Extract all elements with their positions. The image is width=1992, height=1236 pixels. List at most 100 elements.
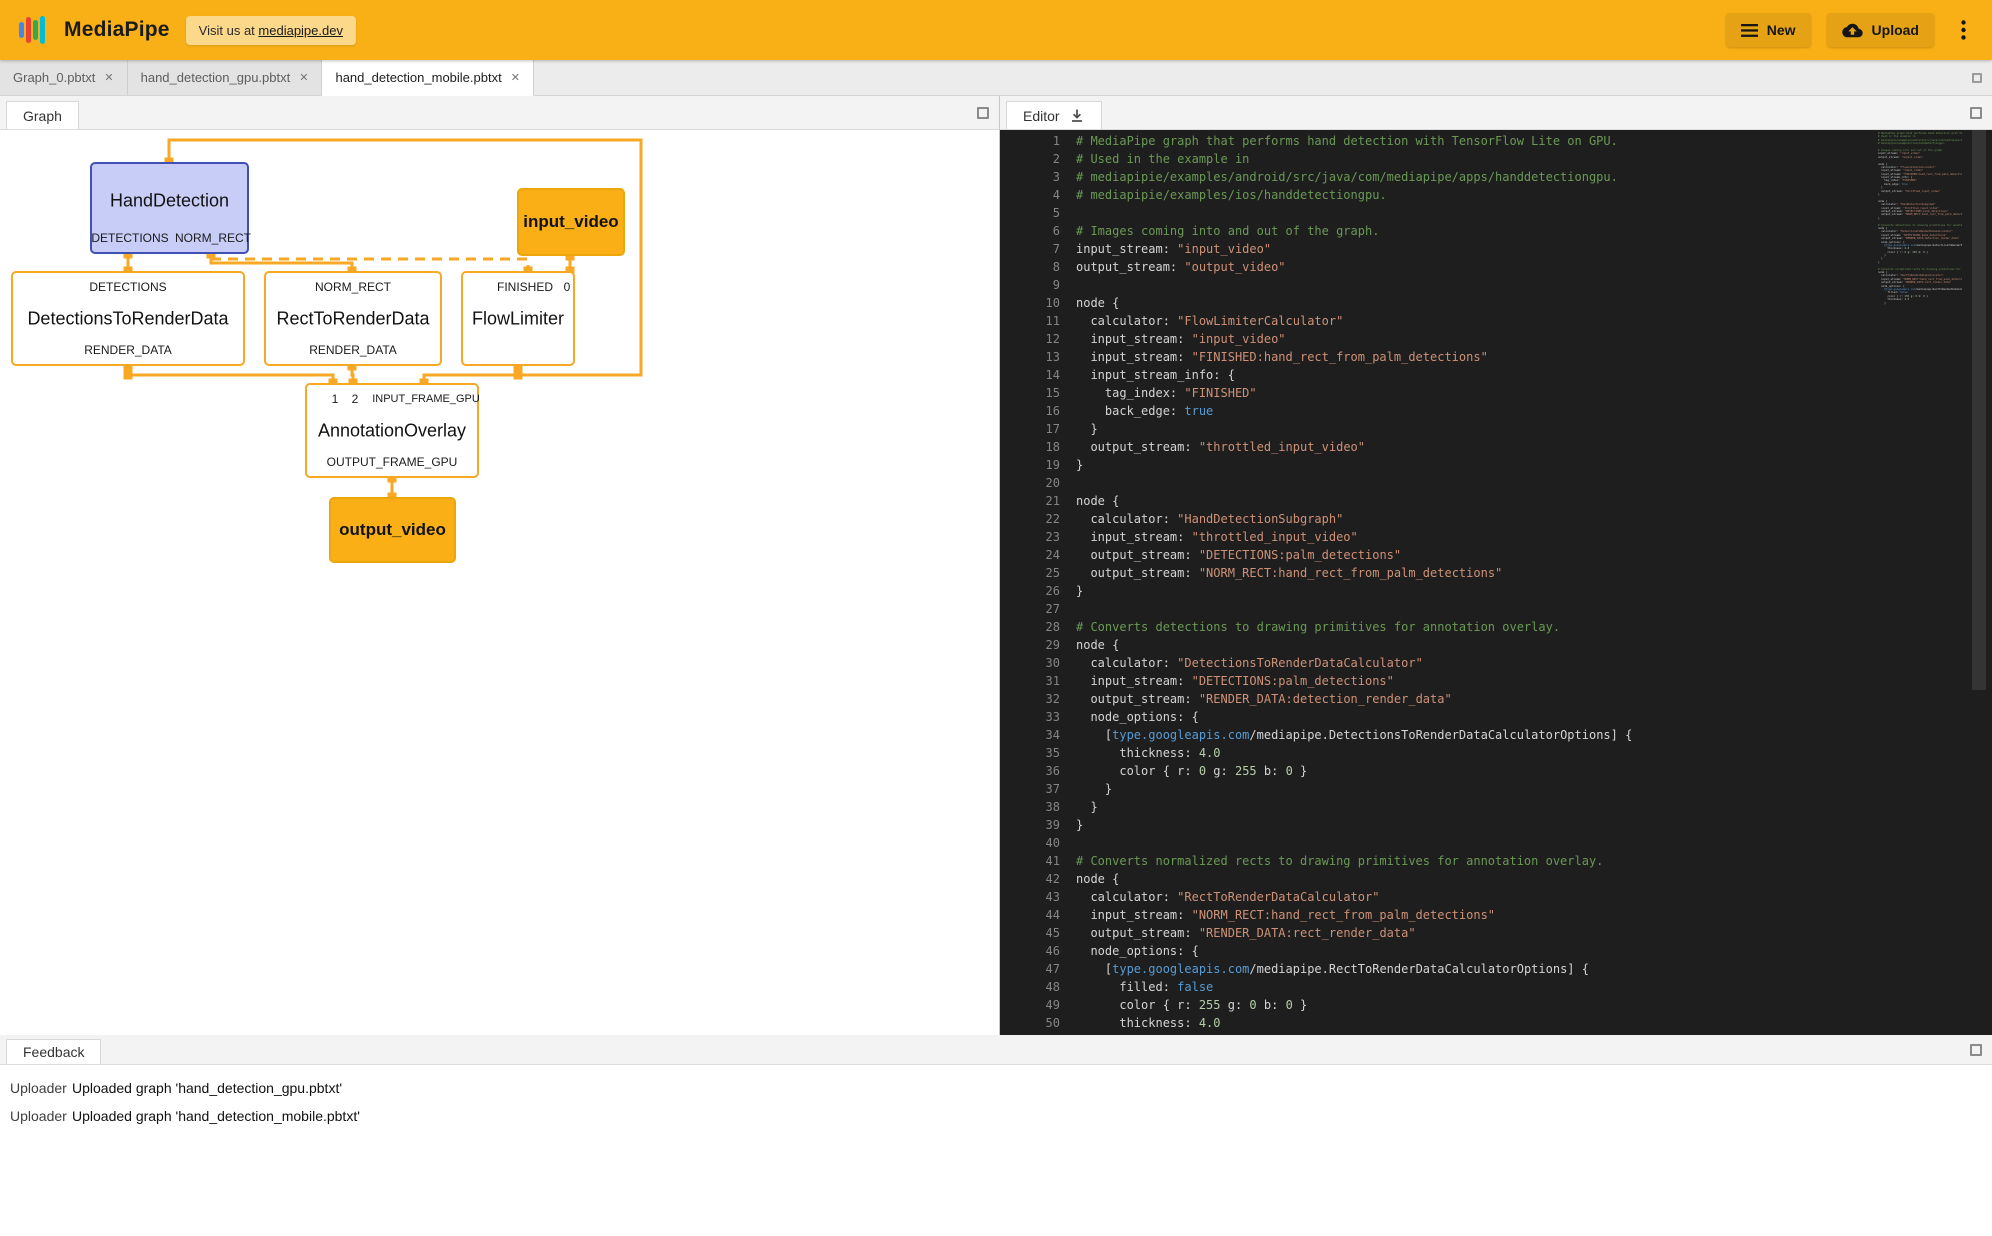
port-label: NORM_RECT xyxy=(315,280,391,294)
code-line[interactable]: 15 tag_index: "FINISHED" xyxy=(1000,384,1992,402)
code-text: # mediapipie/examples/ios/handdetectiong… xyxy=(1076,186,1387,204)
code-line[interactable]: 29node { xyxy=(1000,636,1992,654)
code-line[interactable]: 20 xyxy=(1000,474,1992,492)
code-line[interactable]: 28# Converts detections to drawing primi… xyxy=(1000,618,1992,636)
code-line[interactable]: 38 } xyxy=(1000,798,1992,816)
code-line[interactable]: 37 } xyxy=(1000,780,1992,798)
line-number: 50 xyxy=(1000,1014,1060,1032)
code-line[interactable]: 24 output_stream: "DETECTIONS:palm_detec… xyxy=(1000,546,1992,564)
code-line[interactable]: 25 output_stream: "NORM_RECT:hand_rect_f… xyxy=(1000,564,1992,582)
code-line[interactable]: 45 output_stream: "RENDER_DATA:rect_rend… xyxy=(1000,924,1992,942)
code-line[interactable]: 42node { xyxy=(1000,870,1992,888)
code-text: input_stream: "NORM_RECT:hand_rect_from_… xyxy=(1076,906,1495,924)
code-line[interactable]: 35 thickness: 4.0 xyxy=(1000,744,1992,762)
graph-node-output-video[interactable]: output_video xyxy=(329,497,456,563)
graph-node-flowlimiter[interactable]: FINISHED 0 FlowLimiter xyxy=(461,271,575,366)
code-line[interactable]: 40 xyxy=(1000,834,1992,852)
close-tab-icon[interactable]: ✕ xyxy=(511,71,520,84)
tab-graph[interactable]: Graph xyxy=(6,101,79,129)
code-line[interactable]: 43 calculator: "RectToRenderDataCalculat… xyxy=(1000,888,1992,906)
code-text: input_stream: "DETECTIONS:palm_detection… xyxy=(1076,672,1394,690)
code-text: input_stream: "input_video" xyxy=(1076,240,1271,258)
tab-editor[interactable]: Editor xyxy=(1006,101,1102,129)
code-line[interactable]: 49 color { r: 255 g: 0 b: 0 } xyxy=(1000,996,1992,1014)
new-button[interactable]: New xyxy=(1726,13,1811,47)
file-tab[interactable]: hand_detection_mobile.pbtxt ✕ xyxy=(322,60,533,96)
code-text: # Converts normalized rects to drawing p… xyxy=(1076,852,1603,870)
expand-feedback-panel-icon[interactable] xyxy=(1970,1044,1982,1056)
graph-canvas[interactable]: HandDetection DETECTIONS NORM_RECT input… xyxy=(0,130,999,1035)
code-editor[interactable]: 1# MediaPipe graph that performs hand de… xyxy=(1000,130,1992,1035)
line-number: 39 xyxy=(1000,816,1060,834)
feedback-message: Uploaded graph 'hand_detection_mobile.pb… xyxy=(72,1108,360,1124)
code-line[interactable]: 46 node_options: { xyxy=(1000,942,1992,960)
code-line[interactable]: 30 calculator: "DetectionsToRenderDataCa… xyxy=(1000,654,1992,672)
code-line[interactable]: 21node { xyxy=(1000,492,1992,510)
code-line[interactable]: 1# MediaPipe graph that performs hand de… xyxy=(1000,132,1992,150)
code-line[interactable]: 18 output_stream: "throttled_input_video… xyxy=(1000,438,1992,456)
tab-graph-label: Graph xyxy=(23,108,62,124)
tab-feedback[interactable]: Feedback xyxy=(6,1039,101,1064)
code-line[interactable]: 39} xyxy=(1000,816,1992,834)
code-line[interactable]: 13 input_stream: "FINISHED:hand_rect_fro… xyxy=(1000,348,1992,366)
code-line[interactable]: 19} xyxy=(1000,456,1992,474)
file-tab-label: hand_detection_mobile.pbtxt xyxy=(335,70,501,85)
code-text: } xyxy=(1076,420,1098,438)
code-line[interactable]: 33 node_options: { xyxy=(1000,708,1992,726)
line-number: 51 xyxy=(1000,1032,1060,1035)
graph-node-recttorenderdata[interactable]: NORM_RECT RectToRenderData RENDER_DATA xyxy=(264,271,442,366)
graph-node-handdetection[interactable]: HandDetection DETECTIONS NORM_RECT xyxy=(90,162,249,254)
code-line[interactable]: 16 back_edge: true xyxy=(1000,402,1992,420)
code-line[interactable]: 26} xyxy=(1000,582,1992,600)
code-line[interactable]: 51 } xyxy=(1000,1032,1992,1035)
code-line[interactable]: 41# Converts normalized rects to drawing… xyxy=(1000,852,1992,870)
file-tab[interactable]: Graph_0.pbtxt ✕ xyxy=(0,60,128,95)
upload-button[interactable]: Upload xyxy=(1827,13,1934,47)
code-line[interactable]: 7input_stream: "input_video" xyxy=(1000,240,1992,258)
code-line[interactable]: 34 [type.googleapis.com/mediapipe.Detect… xyxy=(1000,726,1992,744)
code-line[interactable]: 22 calculator: "HandDetectionSubgraph" xyxy=(1000,510,1992,528)
more-options-button[interactable] xyxy=(1950,13,1976,47)
code-text: } xyxy=(1076,816,1083,834)
code-line[interactable]: 11 calculator: "FlowLimiterCalculator" xyxy=(1000,312,1992,330)
code-line[interactable]: 48 filled: false xyxy=(1000,978,1992,996)
line-number: 42 xyxy=(1000,870,1060,888)
mediapipe-dev-link[interactable]: mediapipe.dev xyxy=(258,23,343,38)
minimap[interactable]: # MediaPipe graph that performs hand det… xyxy=(1878,132,1962,1035)
graph-node-input-video[interactable]: input_video xyxy=(517,188,625,256)
code-line[interactable]: 32 output_stream: "RENDER_DATA:detection… xyxy=(1000,690,1992,708)
line-number: 15 xyxy=(1000,384,1060,402)
code-line[interactable]: 5 xyxy=(1000,204,1992,222)
file-tabs: Graph_0.pbtxt✕hand_detection_gpu.pbtxt✕h… xyxy=(0,60,1992,96)
code-line[interactable]: 50 thickness: 4.0 xyxy=(1000,1014,1992,1032)
download-icon[interactable] xyxy=(1069,108,1085,124)
expand-editor-panel-icon[interactable] xyxy=(1970,107,1982,119)
expand-tabs-icon[interactable] xyxy=(1972,73,1982,83)
code-line[interactable]: 12 input_stream: "input_video" xyxy=(1000,330,1992,348)
close-tab-icon[interactable]: ✕ xyxy=(299,71,308,84)
code-line[interactable]: 17 } xyxy=(1000,420,1992,438)
graph-node-detectionstorenderdata[interactable]: DETECTIONS DetectionsToRenderData RENDER… xyxy=(11,271,245,366)
code-line[interactable]: 8output_stream: "output_video" xyxy=(1000,258,1992,276)
code-line[interactable]: 47 [type.googleapis.com/mediapipe.RectTo… xyxy=(1000,960,1992,978)
code-line[interactable]: 23 input_stream: "throttled_input_video" xyxy=(1000,528,1992,546)
code-line[interactable]: 14 input_stream_info: { xyxy=(1000,366,1992,384)
graph-node-annotationoverlay[interactable]: 1 2 INPUT_FRAME_GPU AnnotationOverlay OU… xyxy=(305,383,479,478)
code-line[interactable]: 36 color { r: 0 g: 255 b: 0 } xyxy=(1000,762,1992,780)
code-line[interactable]: 6# Images coming into and out of the gra… xyxy=(1000,222,1992,240)
code-line[interactable]: 10node { xyxy=(1000,294,1992,312)
close-tab-icon[interactable]: ✕ xyxy=(104,71,113,84)
code-line[interactable]: 3# mediapipie/examples/android/src/java/… xyxy=(1000,168,1992,186)
code-line[interactable]: 9 xyxy=(1000,276,1992,294)
code-line[interactable]: 31 input_stream: "DETECTIONS:palm_detect… xyxy=(1000,672,1992,690)
code-line[interactable]: 4# mediapipie/examples/ios/handdetection… xyxy=(1000,186,1992,204)
file-tab[interactable]: hand_detection_gpu.pbtxt✕ xyxy=(128,60,323,95)
line-number: 34 xyxy=(1000,726,1060,744)
expand-graph-panel-icon[interactable] xyxy=(977,107,989,119)
line-number: 6 xyxy=(1000,222,1060,240)
code-line[interactable]: 27 xyxy=(1000,600,1992,618)
code-line[interactable]: 2# Used in the example in xyxy=(1000,150,1992,168)
file-tab-label: Graph_0.pbtxt xyxy=(13,70,95,85)
code-line[interactable]: 44 input_stream: "NORM_RECT:hand_rect_fr… xyxy=(1000,906,1992,924)
editor-scrollbar[interactable] xyxy=(1972,130,1986,690)
